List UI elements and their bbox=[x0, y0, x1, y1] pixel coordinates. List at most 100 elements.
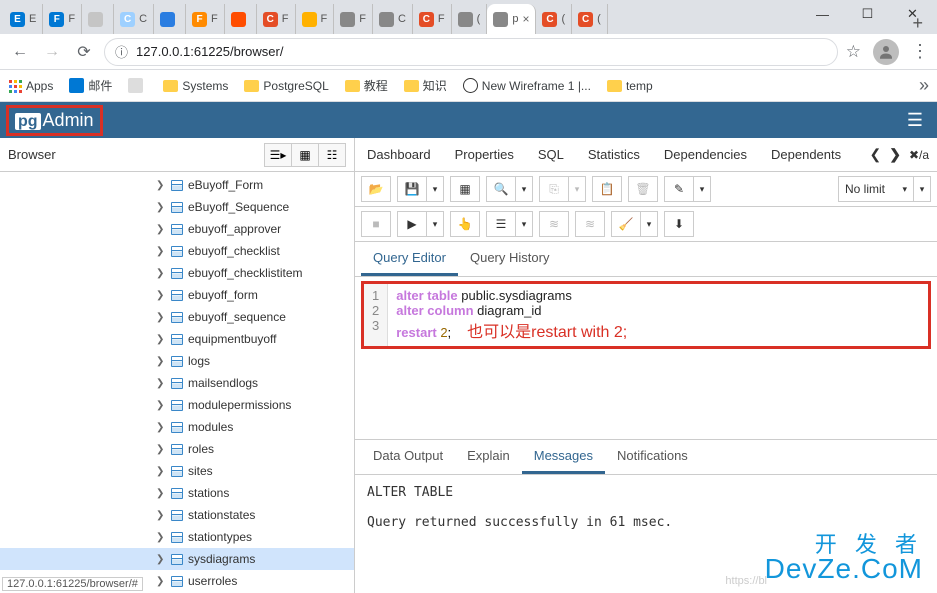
bookmark-item[interactable]: temp bbox=[607, 77, 653, 94]
bookmark-item[interactable]: 知识 bbox=[404, 77, 447, 94]
sidebar-tool-db[interactable]: ☷ bbox=[318, 143, 346, 167]
edit-button[interactable]: ✎ bbox=[664, 176, 694, 202]
editor-blank-area[interactable] bbox=[355, 349, 937, 439]
bookmark-item[interactable]: 邮件 bbox=[69, 77, 112, 94]
tree-caret-icon[interactable]: ❯ bbox=[156, 378, 166, 389]
browser-tab[interactable]: C( bbox=[572, 4, 608, 34]
browser-tab[interactable]: ( bbox=[452, 4, 488, 34]
bookmark-item[interactable]: Systems bbox=[163, 77, 228, 94]
execute-button[interactable]: ▶ bbox=[397, 211, 427, 237]
tree-item[interactable]: ❯sysdiagrams bbox=[0, 548, 354, 570]
nav-back-button[interactable]: ← bbox=[8, 40, 32, 64]
editor-subtab[interactable]: Query Editor bbox=[361, 242, 458, 276]
tab-scroll-right[interactable]: ❯ bbox=[885, 146, 905, 163]
commit-button[interactable]: ≋ bbox=[539, 211, 569, 237]
delete-button[interactable]: 🗑 bbox=[628, 176, 658, 202]
nav-forward-button[interactable]: → bbox=[40, 40, 64, 64]
save-button[interactable]: 💾 bbox=[397, 176, 427, 202]
download-button[interactable]: ⬇ bbox=[664, 211, 694, 237]
stop-button[interactable]: ■ bbox=[361, 211, 391, 237]
paste-button[interactable]: 📋 bbox=[592, 176, 622, 202]
tree-caret-icon[interactable]: ❯ bbox=[156, 400, 166, 411]
tree-caret-icon[interactable]: ❯ bbox=[156, 334, 166, 345]
browser-tab[interactable] bbox=[225, 4, 257, 34]
browser-tab[interactable]: p× bbox=[487, 4, 536, 34]
result-subtab[interactable]: Messages bbox=[522, 440, 605, 474]
browser-tab[interactable]: FF bbox=[186, 4, 225, 34]
execute-dropdown[interactable]: ▾ bbox=[426, 211, 444, 237]
bookmark-item[interactable]: PostgreSQL bbox=[244, 77, 328, 94]
find-dropdown[interactable]: ▾ bbox=[515, 176, 533, 202]
tree-item[interactable]: ❯mailsendlogs bbox=[0, 372, 354, 394]
bookmark-item[interactable] bbox=[128, 77, 147, 94]
row-limit-extra[interactable]: ▾ bbox=[913, 176, 931, 202]
sidebar-tool-1[interactable]: ☰▸ bbox=[264, 143, 292, 167]
browser-tab[interactable]: CF bbox=[413, 4, 452, 34]
browser-tab[interactable]: FF bbox=[43, 4, 82, 34]
tree-caret-icon[interactable]: ❯ bbox=[156, 554, 166, 565]
bookmark-star-icon[interactable]: ☆ bbox=[846, 42, 861, 62]
window-close-button[interactable]: ✕ bbox=[890, 0, 935, 28]
tree-caret-icon[interactable]: ❯ bbox=[156, 532, 166, 543]
browser-tab[interactable]: CF bbox=[257, 4, 296, 34]
tab-close-icon[interactable]: × bbox=[522, 12, 529, 26]
browser-tab[interactable]: C bbox=[373, 4, 413, 34]
window-maximize-button[interactable]: ☐ bbox=[845, 0, 890, 28]
bookmarks-overflow-button[interactable]: » bbox=[919, 75, 929, 96]
find-button[interactable]: 🔍 bbox=[486, 176, 516, 202]
nav-reload-button[interactable]: ⟳ bbox=[72, 40, 96, 64]
detail-tab[interactable]: Statistics bbox=[576, 138, 652, 171]
browser-tab[interactable]: CC bbox=[114, 4, 154, 34]
tab-scroll-left[interactable]: ❮ bbox=[865, 146, 885, 163]
browser-tab[interactable]: C( bbox=[536, 4, 572, 34]
site-info-icon[interactable]: ⓘ bbox=[115, 42, 128, 61]
copy-rows-button[interactable]: ⎘ bbox=[539, 176, 569, 202]
tree-caret-icon[interactable]: ❯ bbox=[156, 510, 166, 521]
tree-item[interactable]: ❯ebuyoff_approver bbox=[0, 218, 354, 240]
copy-button[interactable]: ▦ bbox=[450, 176, 480, 202]
bookmark-item[interactable]: New Wireframe 1 |... bbox=[463, 77, 591, 94]
editor-subtab[interactable]: Query History bbox=[458, 242, 561, 276]
clear-button[interactable]: 🧹 bbox=[611, 211, 641, 237]
open-file-button[interactable]: 📂 bbox=[361, 176, 391, 202]
hamburger-menu-button[interactable]: ☰ bbox=[899, 110, 931, 131]
tree-caret-icon[interactable]: ❯ bbox=[156, 444, 166, 455]
tree-item[interactable]: ❯ebuyoff_sequence bbox=[0, 306, 354, 328]
detail-tab[interactable]: Properties bbox=[443, 138, 526, 171]
tree-item[interactable]: ❯equipmentbuyoff bbox=[0, 328, 354, 350]
tree-item[interactable]: ❯modules bbox=[0, 416, 354, 438]
tree-caret-icon[interactable]: ❯ bbox=[156, 180, 166, 191]
apps-shortcut[interactable]: Apps bbox=[8, 79, 53, 93]
sidebar-tool-grid[interactable]: ▦ bbox=[291, 143, 319, 167]
tree-item[interactable]: ❯logs bbox=[0, 350, 354, 372]
tree-caret-icon[interactable]: ❯ bbox=[156, 466, 166, 477]
browser-tab[interactable]: F bbox=[334, 4, 373, 34]
save-dropdown[interactable]: ▾ bbox=[426, 176, 444, 202]
tree-caret-icon[interactable]: ❯ bbox=[156, 422, 166, 433]
bookmark-item[interactable]: 教程 bbox=[345, 77, 388, 94]
detail-tab[interactable]: SQL bbox=[526, 138, 576, 171]
explain-analyze-button[interactable]: ☰ bbox=[486, 211, 516, 237]
browser-tab[interactable] bbox=[154, 4, 186, 34]
object-tree[interactable]: ❯eBuyoff_Form❯eBuyoff_Sequence❯ebuyoff_a… bbox=[0, 172, 354, 593]
row-limit-select[interactable]: No limit▾ bbox=[838, 176, 914, 202]
tree-item[interactable]: ❯ebuyoff_form bbox=[0, 284, 354, 306]
edit-dropdown[interactable]: ▾ bbox=[693, 176, 711, 202]
tree-item[interactable]: ❯ebuyoff_checklistitem bbox=[0, 262, 354, 284]
tree-caret-icon[interactable]: ❯ bbox=[156, 290, 166, 301]
tree-caret-icon[interactable]: ❯ bbox=[156, 268, 166, 279]
tree-caret-icon[interactable]: ❯ bbox=[156, 312, 166, 323]
tree-item[interactable]: ❯stationtypes bbox=[0, 526, 354, 548]
tree-item[interactable]: ❯modulepermissions bbox=[0, 394, 354, 416]
tree-caret-icon[interactable]: ❯ bbox=[156, 224, 166, 235]
tree-item[interactable]: ❯stations bbox=[0, 482, 354, 504]
tree-caret-icon[interactable]: ❯ bbox=[156, 356, 166, 367]
window-minimize-button[interactable]: — bbox=[800, 0, 845, 28]
tree-item[interactable]: ❯stationstates bbox=[0, 504, 354, 526]
profile-avatar[interactable] bbox=[873, 39, 899, 65]
browser-tab[interactable]: EE bbox=[4, 4, 43, 34]
explain-button[interactable]: 👆 bbox=[450, 211, 480, 237]
tree-item[interactable]: ❯eBuyoff_Sequence bbox=[0, 196, 354, 218]
tree-caret-icon[interactable]: ❯ bbox=[156, 202, 166, 213]
result-subtab[interactable]: Explain bbox=[455, 440, 522, 474]
